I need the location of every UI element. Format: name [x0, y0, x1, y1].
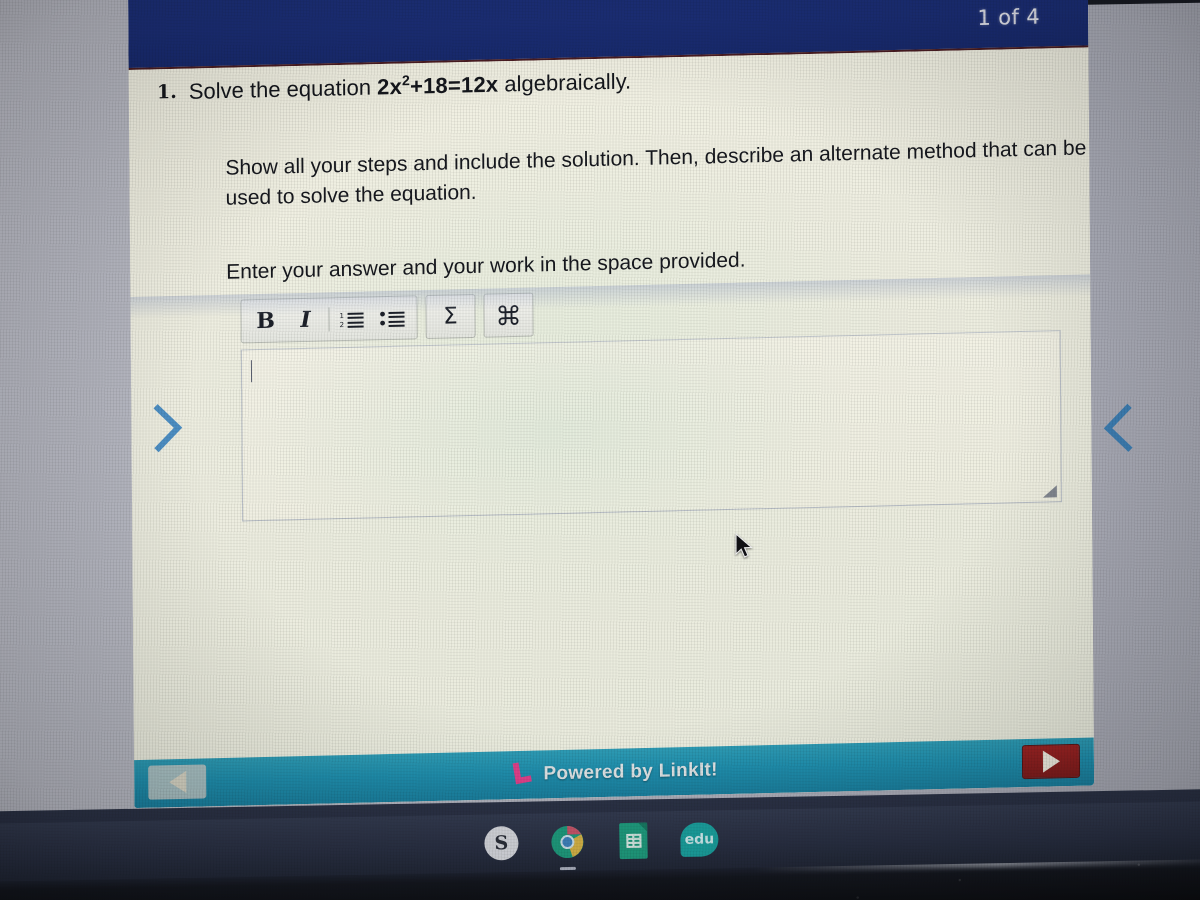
edu-icon: edu [680, 822, 719, 857]
brand-linkit: Powered by LinkIt! [510, 755, 718, 791]
answer-textarea[interactable] [240, 330, 1062, 522]
brand-text: Powered by LinkIt! [543, 759, 718, 785]
toolbar-divider [328, 307, 330, 332]
next-question-button[interactable] [1021, 743, 1081, 780]
equation-rest: +18=12x [409, 71, 499, 99]
toolbar-group-equation: Σ [425, 293, 476, 340]
equation-sigma-button[interactable]: Σ [430, 296, 470, 337]
command-icon [496, 303, 520, 328]
numbered-list-icon: 1 2 [339, 308, 365, 329]
linkit-check-icon [510, 759, 534, 791]
italic-button[interactable]: I [285, 299, 325, 340]
numbered-list-button[interactable]: 1 2 [332, 298, 372, 339]
sheets-grid-glyph [625, 833, 642, 848]
rich-text-editor: B I 1 2 Σ [240, 280, 1062, 522]
question-stem: Solve the equation 2x2+18=12x algebraica… [189, 66, 632, 106]
launcher-s-icon: S [484, 825, 519, 861]
question-page: 1. Solve the equation 2x2+18=12x algebra… [128, 47, 1094, 761]
chrome-active-indicator [559, 866, 576, 871]
question-stem-prefix: Solve the equation [188, 74, 378, 104]
toolbar-group-format: B I 1 2 [240, 295, 418, 344]
toolbar-group-special [483, 292, 534, 338]
chrome-icon [550, 825, 585, 860]
textarea-resize-handle[interactable] [1042, 485, 1057, 498]
bulleted-list-button[interactable] [372, 297, 412, 338]
arrow-left-icon [168, 770, 186, 794]
arrow-right-icon [1042, 750, 1060, 773]
display-area: 1 of 4 1. Solve the equation 2x2+18=12x … [128, 0, 1095, 809]
google-sheets-icon [619, 822, 648, 860]
chevron-left-icon [1101, 402, 1136, 455]
question-stem-suffix: algebraically. [498, 68, 632, 97]
shelf-icon-edu[interactable]: edu [679, 819, 720, 860]
assessment-window: 1 of 4 1. Solve the equation 2x2+18=12x … [128, 0, 1095, 809]
text-caret [250, 360, 253, 383]
bold-button[interactable]: B [245, 300, 285, 341]
bulleted-list-icon [379, 308, 405, 329]
svg-text:1: 1 [340, 312, 345, 320]
previous-question-button[interactable] [148, 764, 207, 800]
question-number: 1. [156, 80, 177, 104]
equation-base: 2x [377, 73, 403, 100]
shelf-icon-chrome[interactable] [547, 822, 588, 871]
answer-prompt: Enter your answer and your work in the s… [226, 248, 746, 284]
svg-text:2: 2 [340, 321, 345, 329]
shelf-icon-google-sheets[interactable] [613, 820, 654, 861]
special-character-button[interactable] [488, 295, 528, 336]
screen-photo: 1 of 4 1. Solve the equation 2x2+18=12x … [0, 0, 1200, 900]
question-instructions: Show all your steps and include the solu… [225, 136, 1087, 211]
page-counter: 1 of 4 [977, 4, 1041, 30]
shelf-icon-launcher[interactable]: S [481, 823, 522, 864]
chevron-right-icon [149, 402, 184, 455]
